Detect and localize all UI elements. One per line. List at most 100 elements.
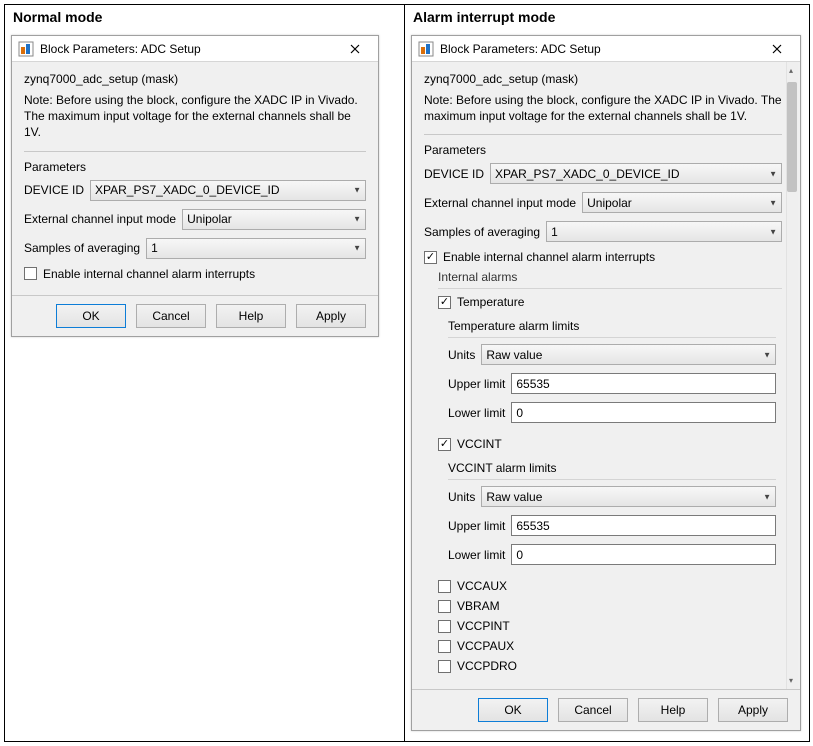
close-icon[interactable] <box>338 39 372 59</box>
device-id-label: DEVICE ID <box>24 183 84 197</box>
enable-alarm-label: Enable internal channel alarm interrupts <box>43 267 255 281</box>
ext-mode-combo[interactable]: Unipolar ▼ <box>182 209 366 230</box>
internal-alarms-label: Internal alarms <box>438 270 782 284</box>
ext-mode-value: Unipolar <box>587 196 632 210</box>
button-bar: OK Cancel Help Apply <box>412 689 800 730</box>
dialog-normal: Block Parameters: ADC Setup zynq7000_adc… <box>11 35 379 337</box>
temp-units-combo[interactable]: Raw value ▼ <box>481 344 776 365</box>
vccpaux-checkbox[interactable]: VCCPAUX <box>438 639 782 653</box>
vccint-upper-input[interactable]: 65535 <box>511 515 776 536</box>
temp-units-label: Units <box>448 348 475 362</box>
vccint-upper-label: Upper limit <box>448 519 505 533</box>
cancel-button[interactable]: Cancel <box>136 304 206 328</box>
chevron-down-icon: ▼ <box>353 215 361 224</box>
vccint-limits-group: VCCINT alarm limits Units Raw value ▼ <box>438 457 782 579</box>
chevron-down-icon: ▼ <box>353 244 361 253</box>
ok-button[interactable]: OK <box>56 304 126 328</box>
apply-button[interactable]: Apply <box>718 698 788 722</box>
titlebar: Block Parameters: ADC Setup <box>412 36 800 62</box>
vccint-units-combo[interactable]: Raw value ▼ <box>481 486 776 507</box>
vccint-checkbox[interactable]: VCCINT <box>438 437 782 451</box>
checkbox-icon <box>438 580 451 593</box>
temperature-checkbox[interactable]: Temperature <box>438 295 782 309</box>
apply-button[interactable]: Apply <box>296 304 366 328</box>
checkbox-icon <box>438 620 451 633</box>
vccint-lower-input[interactable]: 0 <box>511 544 776 565</box>
device-id-value: XPAR_PS7_XADC_0_DEVICE_ID <box>495 167 680 181</box>
checkbox-icon <box>438 438 451 451</box>
parameters-label: Parameters <box>424 143 782 157</box>
samples-label: Samples of averaging <box>424 225 540 239</box>
parameters-label: Parameters <box>24 160 366 174</box>
scrollbar[interactable]: ▴ ▾ <box>786 62 798 689</box>
ext-mode-label: External channel input mode <box>24 212 176 226</box>
scroll-up-icon[interactable]: ▴ <box>786 66 796 75</box>
checkbox-icon <box>424 251 437 264</box>
dialog-title: Block Parameters: ADC Setup <box>440 42 760 56</box>
enable-alarm-checkbox[interactable]: Enable internal channel alarm interrupts <box>424 250 782 264</box>
separator <box>424 134 782 135</box>
checkbox-icon <box>438 640 451 653</box>
vccint-label: VCCINT <box>457 437 502 451</box>
chevron-down-icon: ▼ <box>763 492 771 501</box>
chevron-down-icon: ▼ <box>769 198 777 207</box>
samples-value: 1 <box>551 225 558 239</box>
temperature-limits-label: Temperature alarm limits <box>448 319 776 333</box>
device-id-combo[interactable]: XPAR_PS7_XADC_0_DEVICE_ID ▼ <box>90 180 366 201</box>
samples-combo[interactable]: 1 ▼ <box>146 238 366 259</box>
device-id-value: XPAR_PS7_XADC_0_DEVICE_ID <box>95 183 280 197</box>
checkbox-icon <box>24 267 37 280</box>
help-button[interactable]: Help <box>216 304 286 328</box>
vccpint-checkbox[interactable]: VCCPINT <box>438 619 782 633</box>
vccint-lower-label: Lower limit <box>448 548 505 562</box>
device-id-combo[interactable]: XPAR_PS7_XADC_0_DEVICE_ID ▼ <box>490 163 782 184</box>
vccint-units-label: Units <box>448 490 475 504</box>
chevron-down-icon: ▼ <box>353 186 361 195</box>
cancel-button[interactable]: Cancel <box>558 698 628 722</box>
enable-alarm-label: Enable internal channel alarm interrupts <box>443 250 655 264</box>
device-id-label: DEVICE ID <box>424 167 484 181</box>
note-text: Note: Before using the block, configure … <box>424 92 782 124</box>
ext-mode-combo[interactable]: Unipolar ▼ <box>582 192 782 213</box>
checkbox-icon <box>438 296 451 309</box>
vccaux-checkbox[interactable]: VCCAUX <box>438 579 782 593</box>
note-text: Note: Before using the block, configure … <box>24 92 366 141</box>
app-icon <box>418 41 434 57</box>
ext-mode-label: External channel input mode <box>424 196 576 210</box>
checkbox-icon <box>438 660 451 673</box>
separator <box>24 151 366 152</box>
chevron-down-icon: ▼ <box>769 227 777 236</box>
temperature-label: Temperature <box>457 295 524 309</box>
button-bar: OK Cancel Help Apply <box>12 295 378 336</box>
dialog-title: Block Parameters: ADC Setup <box>40 42 338 56</box>
checkbox-icon <box>438 600 451 613</box>
vccpdro-checkbox[interactable]: VCCPDRO <box>438 659 782 673</box>
temp-lower-label: Lower limit <box>448 406 505 420</box>
temperature-limits-group: Temperature alarm limits Units Raw value… <box>438 315 782 437</box>
temp-upper-label: Upper limit <box>448 377 505 391</box>
app-icon <box>18 41 34 57</box>
mode-comparison-table: Normal mode Block Parameters: ADC Setup <box>4 4 810 742</box>
enable-alarm-checkbox[interactable]: Enable internal channel alarm interrupts <box>24 267 366 281</box>
samples-combo[interactable]: 1 ▼ <box>546 221 782 242</box>
mask-name: zynq7000_adc_setup (mask) <box>24 72 366 86</box>
dialog-alarm: Block Parameters: ADC Setup zynq7000_adc… <box>411 35 801 731</box>
internal-alarms-group: Internal alarms Temperature Temperature … <box>438 270 782 673</box>
left-column-header: Normal mode <box>5 5 404 31</box>
ok-button[interactable]: OK <box>478 698 548 722</box>
chevron-down-icon: ▼ <box>763 350 771 359</box>
samples-label: Samples of averaging <box>24 241 140 255</box>
samples-value: 1 <box>151 241 158 255</box>
scroll-thumb[interactable] <box>787 82 797 192</box>
help-button[interactable]: Help <box>638 698 708 722</box>
ext-mode-value: Unipolar <box>187 212 232 226</box>
mask-name: zynq7000_adc_setup (mask) <box>424 72 782 86</box>
vccint-limits-label: VCCINT alarm limits <box>448 461 776 475</box>
chevron-down-icon: ▼ <box>769 169 777 178</box>
close-icon[interactable] <box>760 39 794 59</box>
right-column-header: Alarm interrupt mode <box>405 5 809 31</box>
temp-lower-input[interactable]: 0 <box>511 402 776 423</box>
temp-upper-input[interactable]: 65535 <box>511 373 776 394</box>
vbram-checkbox[interactable]: VBRAM <box>438 599 782 613</box>
titlebar: Block Parameters: ADC Setup <box>12 36 378 62</box>
